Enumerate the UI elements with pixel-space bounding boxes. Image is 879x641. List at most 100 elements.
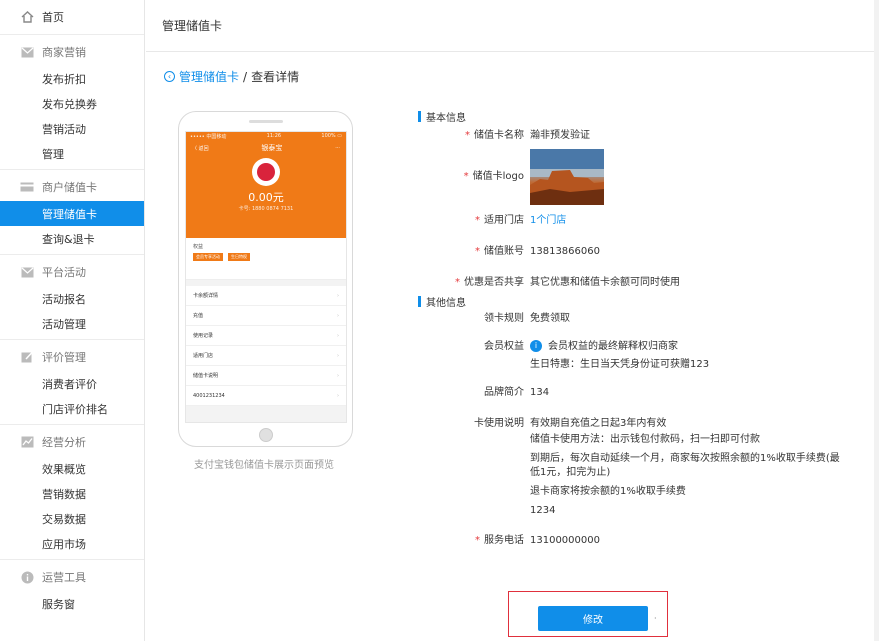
sidebar-group-analysis: 经营分析 效果概览 营销数据 交易数据 应用市场 [0,425,144,560]
breadcrumb-back-label: 管理储值卡 [179,70,240,84]
dot-mark: · [654,614,657,623]
chevron-right-icon: › [337,372,339,379]
breadcrumb-separator: / [243,69,248,84]
breadcrumb: ‹ 管理储值卡 / 查看详情 [164,68,299,85]
phone-preview: ••••• 中国移动 11:26 100% ▭ 〈 返回 银泰宝 ··· 0.0… [178,111,353,447]
phone-screen: ••••• 中国移动 11:26 100% ▭ 〈 返回 银泰宝 ··· 0.0… [185,131,347,423]
list-item: 充值 › [186,306,346,326]
breadcrumb-current: 查看详情 [251,70,300,84]
list-item: 储值卡说明 › [186,366,346,386]
phone-more-icon: ··· [335,145,340,151]
sidebar-head-label: 经营分析 [42,436,86,449]
sidebar-item-app-market[interactable]: 应用市场 [0,531,144,556]
sidebar-item-query-refund[interactable]: 查询&退卡 [0,226,144,251]
sidebar-head-platform[interactable]: 平台活动 [0,258,144,286]
phone-nav-title: 银泰宝 [261,144,283,152]
card-header: ••••• 中国移动 11:26 100% ▭ 〈 返回 银泰宝 ··· 0.0… [186,132,346,238]
phone-back: 〈 返回 [192,145,209,152]
field-card-logo: * 储值卡logo [418,149,879,205]
sidebar-item-overview[interactable]: 效果概览 [0,456,144,481]
sidebar-home-group: 首页 [0,0,144,35]
sidebar-head-label: 评价管理 [42,351,86,364]
sidebar-item-store-ranking[interactable]: 门店评价排名 [0,396,144,421]
phone-home-button [259,428,273,442]
phone-status-bar: ••••• 中国移动 11:26 100% ▭ [186,132,346,141]
sidebar-group-ops: 运营工具 服务窗 [0,560,144,619]
field-rule: 领卡规则 免费领取 [484,313,570,324]
phone-nav-bar: 〈 返回 银泰宝 ··· [186,141,346,155]
list-item: 卡余额详情 › [186,286,346,306]
sidebar-head-label: 商家营销 [42,46,86,59]
sidebar-head-analysis[interactable]: 经营分析 [0,428,144,456]
sidebar-item-activity-manage[interactable]: 活动管理 [0,311,144,336]
sidebar-group-stored-card: 商户储值卡 管理储值卡 查询&退卡 [0,170,144,255]
field-account: * 储值账号 13813866060 [475,246,600,257]
card-rights: 权益 会员专享活动 生日特权 [186,238,346,280]
card-number: 卡号: 1880 0874 7131 [238,206,294,212]
brand-logo [252,158,280,186]
sidebar-head-ops[interactable]: 运营工具 [0,563,144,591]
sidebar-home-label: 首页 [42,11,64,24]
field-share: * 优惠是否共享 其它优惠和储值卡余额可同时使用 [455,277,680,288]
sidebar-head-marketing[interactable]: 商家营销 [0,38,144,66]
mail-icon [20,265,34,279]
field-service-phone: * 服务电话 13100000000 [475,535,600,546]
field-brand: 品牌简介 134 [484,387,550,398]
sidebar-group-reviews: 评价管理 消费者评价 门店评价排名 [0,340,144,425]
phone-menu-list: 卡余额详情 › 充值 › 使用记录 › 适用门店 › 储值卡说明 › 4001231234… [186,286,346,406]
info-icon: i [530,340,542,352]
edit-button[interactable]: 修改 [538,606,648,631]
card-logo-image [530,149,604,205]
list-item: 使用记录 › [186,326,346,346]
sidebar-item-publish-discount[interactable]: 发布折扣 [0,66,144,91]
info-icon [20,570,34,584]
field-usage: 卡使用说明 有效期自充值之日起3年内有效 储值卡使用方法：出示钱包付款码，扫一扫… [474,418,840,516]
card-detail: 基本信息 * 储值卡名称 瀚非预发验证 * 储值卡logo * 适用门店 1个门… [418,108,879,548]
sidebar-group-marketing: 商家营销 发布折扣 发布兑换券 营销活动 管理 [0,35,144,170]
sidebar-item-service-window[interactable]: 服务窗 [0,591,144,616]
sidebar-head-label: 平台活动 [42,266,86,279]
sidebar-head-stored-card[interactable]: 商户储值卡 [0,173,144,201]
page-title: 管理储值卡 [146,0,879,52]
sidebar-head-reviews[interactable]: 评价管理 [0,343,144,371]
sidebar-head-label: 运营工具 [42,571,86,584]
sidebar-item-consumer-reviews[interactable]: 消费者评价 [0,371,144,396]
sidebar-item-manage[interactable]: 管理 [0,141,144,166]
sidebar: 首页 商家营销 发布折扣 发布兑换券 营销活动 管理 商户储值卡 管理储值卡 查… [0,0,145,641]
phone-caption: 支付宝钱包储值卡展示页面预览 [194,460,334,471]
status-battery: 100% ▭ [321,133,342,139]
sidebar-item-marketing-data[interactable]: 营销数据 [0,481,144,506]
edit-icon [20,350,34,364]
card-balance: 0.00元 [248,191,284,204]
sidebar-head-label: 商户储值卡 [42,181,97,194]
sidebar-item-trade-data[interactable]: 交易数据 [0,506,144,531]
list-item: 适用门店 › [186,346,346,366]
chevron-right-icon: › [337,332,339,339]
section-other: 其他信息 [418,293,879,309]
field-card-name: * 储值卡名称 瀚非预发验证 [465,130,590,141]
list-item: 4001231234 › [186,386,346,406]
rights-tag: 会员专享活动 [193,253,223,261]
sidebar-item-publish-voucher[interactable]: 发布兑换券 [0,91,144,116]
sidebar-item-activity-signup[interactable]: 活动报名 [0,286,144,311]
sidebar-item-home[interactable]: 首页 [0,3,144,31]
field-stores: * 适用门店 1个门店 [475,215,567,226]
section-basic: 基本信息 [418,108,879,124]
chevron-left-icon: ‹ [164,71,175,82]
field-rights: 会员权益 i 会员权益的最终解释权归商家 生日特惠：生日当天凭身份证可获赠123 [484,340,710,370]
sidebar-group-platform: 平台活动 活动报名 活动管理 [0,255,144,340]
stores-link[interactable]: 1个门店 [530,215,566,226]
chevron-right-icon: › [337,292,339,299]
phone-speaker [249,120,283,123]
rights-tag: 生日特权 [228,253,250,261]
mail-icon [20,45,34,59]
sidebar-item-manage-stored-card[interactable]: 管理储值卡 [0,201,144,226]
chevron-right-icon: › [337,352,339,359]
home-icon [20,10,34,24]
sidebar-item-marketing-activities[interactable]: 营销活动 [0,116,144,141]
status-time: 11:26 [266,133,282,139]
card-icon [20,180,34,194]
scrollbar[interactable] [874,0,879,641]
breadcrumb-back-link[interactable]: ‹ 管理储值卡 [164,68,239,85]
chevron-right-icon: › [337,392,339,399]
